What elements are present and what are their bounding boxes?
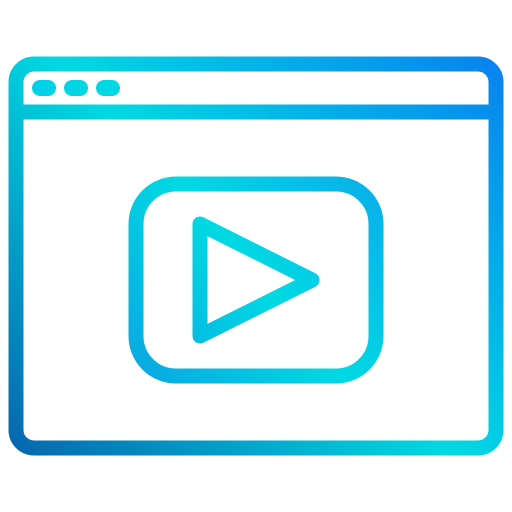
video-browser-window-icon	[0, 0, 512, 512]
video-player-frame	[128, 176, 384, 384]
window-dot-1-icon	[32, 80, 56, 96]
window-dot-3-icon	[96, 80, 120, 96]
window-control-dots-icon	[32, 80, 120, 96]
video-player-icon	[128, 176, 384, 384]
play-triangle	[192, 216, 320, 344]
play-icon	[192, 216, 320, 344]
window-dot-2-icon	[64, 80, 88, 96]
video-browser-window-icon-svg	[8, 56, 504, 456]
